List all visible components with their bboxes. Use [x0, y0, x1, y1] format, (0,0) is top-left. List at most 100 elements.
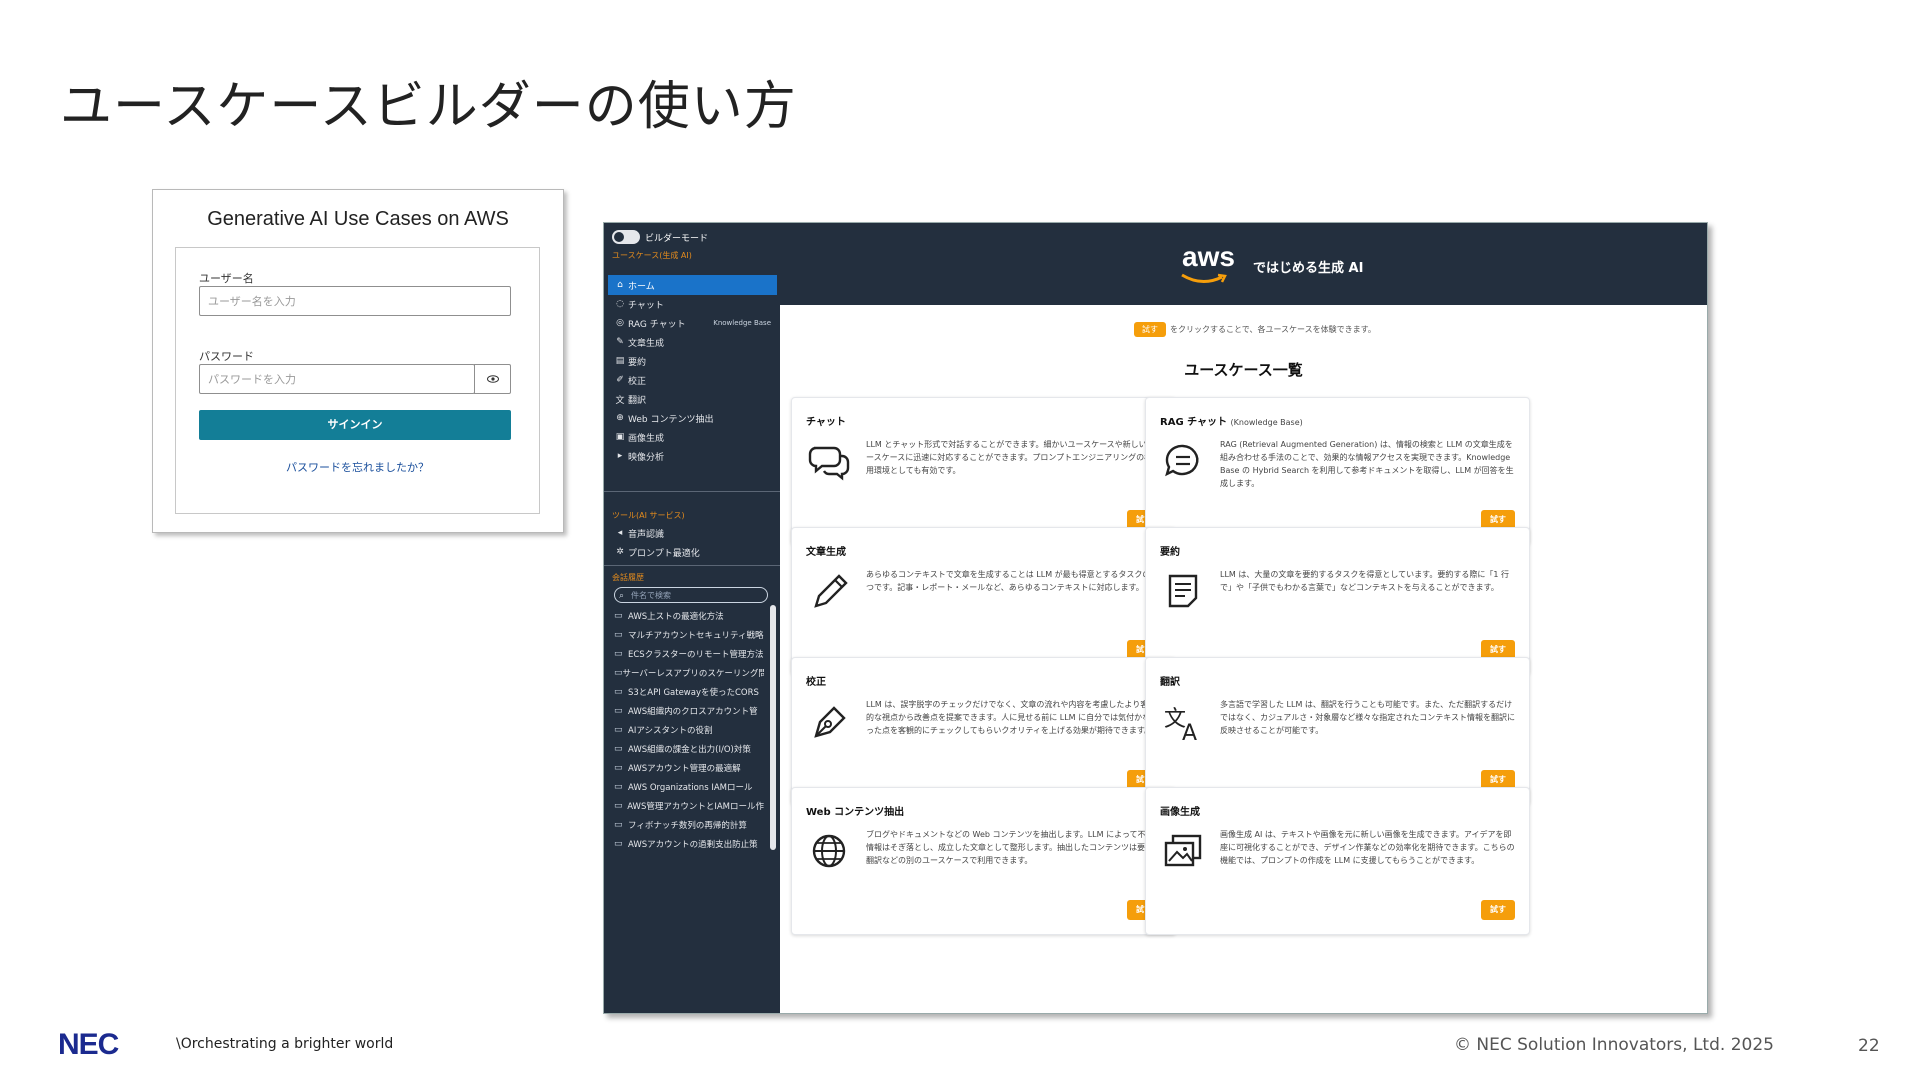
pencil-icon [814, 574, 848, 608]
nav-icon: 文 [615, 395, 625, 406]
card-title-text: Web コンテンツ抽出 [806, 807, 905, 818]
nav-icon: ▸ [617, 451, 623, 461]
login-panel: Generative AI Use Cases on AWS ユーザー名 ユーザ… [152, 189, 564, 533]
nec-logo: NEC [58, 1028, 119, 1061]
builder-mode-toggle[interactable] [612, 230, 640, 244]
history-item-label: AWSアカウントの過剰支出防止策 [628, 840, 758, 850]
image-icon [1164, 834, 1202, 867]
sidebar-item-0[interactable]: ⌂ ホーム [608, 275, 777, 295]
sidebar-item-label: RAG チャット [628, 319, 686, 330]
sidebar-item-6[interactable]: 文翻訳 [608, 389, 777, 409]
sidebar-divider [604, 491, 780, 492]
sidebar-item-label: 校正 [628, 376, 647, 387]
try-button[interactable]: 試す [1481, 900, 1515, 920]
chat-bubble-icon: ▭ [614, 668, 623, 678]
tool-item-0[interactable]: ◂ 音声認識 [608, 523, 777, 543]
username-input[interactable]: ユーザー名を入力 [199, 286, 511, 316]
card-title-sub: (Knowledge Base) [1230, 418, 1303, 427]
history-item[interactable]: ▭ AWS上ストの最適化方法 [614, 606, 764, 626]
chat-bubble-icon: ▭ [614, 630, 623, 640]
section-history[interactable]: 会話履歴 [612, 572, 644, 583]
sidebar-item-label: 翻訳 [628, 395, 647, 406]
history-item[interactable]: ▭ S3とAPI Gatewayを使ったCORS [614, 682, 764, 702]
nav-icon: ✐ [616, 375, 624, 385]
history-item-label: サーバーレスアプリのスケーリング問 [622, 669, 764, 679]
history-item[interactable]: ▭ AWS管理アカウントとIAMロール作 [614, 796, 764, 816]
card-title: 校正 [806, 673, 826, 688]
chat-bubble-icon: ▭ [614, 649, 623, 659]
card-title-text: 文章生成 [806, 547, 846, 558]
header-title: ではじめる生成 AI [1253, 261, 1364, 276]
sidebar-item-9[interactable]: ▸ 映像分析 [608, 446, 777, 466]
nav-icon: ⊕ [616, 413, 624, 423]
chat-bubble-icon: ▭ [614, 782, 623, 792]
sidebar-item-2[interactable]: ◎ RAG チャット Knowledge Base [608, 313, 777, 333]
sidebar-item-sub: Knowledge Base [713, 319, 771, 327]
history-item[interactable]: ▭ AWS組織の課金と出力(I/O)対策 [614, 739, 764, 759]
use-case-card: 要約 LLM は、大量の文章を要約するタスクを得意としています。要約する際に「1… [1145, 527, 1530, 675]
show-password-button[interactable] [474, 364, 511, 394]
sidebar-item-7[interactable]: ⊕ Web コンテンツ抽出 [608, 408, 777, 428]
history-search-placeholder: 件名で検索 [631, 591, 671, 600]
history-item-label: AIアシスタントの役割 [628, 726, 713, 736]
sidebar-item-label: チャット [628, 300, 664, 311]
nav-icon: ◎ [616, 318, 624, 328]
card-description: ブログやドキュメントなどの Web コンテンツを抽出します。LLM によって不要… [866, 830, 1162, 865]
svg-text:A: A [1182, 721, 1197, 744]
use-case-card: 文章生成 あらゆるコンテキストで文章を生成することは LLM が最も得意とするタ… [791, 527, 1176, 675]
card-description: 多言語で学習した LLM は、翻訳を行うことも可能です。また、ただ翻訳するだけで… [1220, 700, 1515, 735]
signin-button[interactable]: サインイン [199, 410, 511, 440]
tool-icon: ◂ [617, 528, 623, 538]
sidebar-item-1[interactable]: ◌ チャット [608, 294, 777, 314]
sidebar-scrollbar[interactable] [770, 605, 776, 850]
history-item[interactable]: ▭ AIアシスタントの役割 [614, 720, 764, 740]
history-item[interactable]: ▭ マルチアカウントセキュリティ戦略 [614, 625, 764, 645]
sidebar-item-5[interactable]: ✐ 校正 [608, 370, 777, 390]
password-input[interactable]: パスワードを入力 [199, 364, 475, 394]
section-tools[interactable]: ツール(AI サービス) [612, 510, 685, 521]
sidebar-item-4[interactable]: ▤ 要約 [608, 351, 777, 371]
username-label: ユーザー名 [199, 272, 254, 285]
card-title: 要約 [1160, 543, 1180, 558]
history-item-label: ECSクラスターのリモート管理方法 [628, 650, 764, 660]
sidebar-item-3[interactable]: ✎ 文章生成 [608, 332, 777, 352]
history-item[interactable]: ▭ AWS Organizations IAMロール [614, 777, 764, 797]
tool-item-1[interactable]: ✲ プロンプト最適化 [608, 542, 777, 562]
sidebar-divider [604, 565, 780, 566]
sidebar-item-label: ホーム [628, 281, 655, 292]
card-title: 画像生成 [1160, 803, 1200, 818]
card-description: RAG (Retrieval Augmented Generation) は、情… [1220, 440, 1514, 488]
history-item[interactable]: ▭ AWSアカウントの過剰支出防止策 [614, 834, 764, 854]
use-case-card: RAG チャット (Knowledge Base) RAG (Retrieval … [1145, 397, 1530, 545]
document-icon [1168, 574, 1198, 608]
history-item[interactable]: ▭ AWSアカウント管理の最適解 [614, 758, 764, 778]
forgot-password-link[interactable]: パスワードを忘れましたか？ [176, 459, 539, 475]
history-item-label: マルチアカウントセキュリティ戦略 [628, 631, 764, 641]
history-search-input[interactable]: ⌕ 件名で検索 [614, 587, 768, 603]
message-icon [1165, 444, 1199, 477]
chat-icon [808, 446, 850, 481]
chat-bubble-icon: ▭ [614, 801, 623, 811]
history-item-label: S3とAPI Gatewayを使ったCORS [628, 688, 759, 698]
section-use-cases[interactable]: ユースケース(生成 AI) [612, 250, 692, 261]
history-item[interactable]: ▭ フィボナッチ数列の再帰的計算 [614, 815, 764, 835]
tool-item-label: プロンプト最適化 [628, 548, 700, 559]
search-icon: ⌕ [619, 591, 625, 601]
history-item[interactable]: ▭ ECSクラスターのリモート管理方法 [614, 644, 764, 664]
history-item-label: AWS Organizations IAMロール [628, 783, 753, 793]
app-header: aws ではじめる生成 AI [780, 223, 1707, 305]
history-item[interactable]: ▭ AWS組織内のクロスアカウント管 [614, 701, 764, 721]
card-title: RAG チャット (Knowledge Base) [1160, 413, 1303, 428]
sidebar-item-label: 要約 [628, 357, 647, 368]
eye-icon [486, 375, 499, 383]
sidebar-item-8[interactable]: ▣ 画像生成 [608, 427, 777, 447]
card-description: LLM は、大量の文章を要約するタスクを得意としています。要約する際に「1 行で… [1220, 570, 1509, 592]
chat-bubble-icon: ▭ [614, 744, 623, 754]
card-title-text: 画像生成 [1160, 807, 1200, 818]
slide-title: ユースケースビルダーの使い方 [60, 77, 797, 137]
use-case-heading: ユースケース一覧 [1184, 361, 1303, 379]
hint-text: をクリックすることで、各ユースケースを体験できます。 [1170, 325, 1376, 334]
chat-bubble-icon: ▭ [614, 839, 623, 849]
app-window: ビルダーモード ユースケース(生成 AI) ⌂ ホーム ◌ チャット ◎ RAG チャット… [603, 222, 1708, 1014]
history-item[interactable]: ▭ サーバーレスアプリのスケーリング問 [614, 663, 764, 683]
